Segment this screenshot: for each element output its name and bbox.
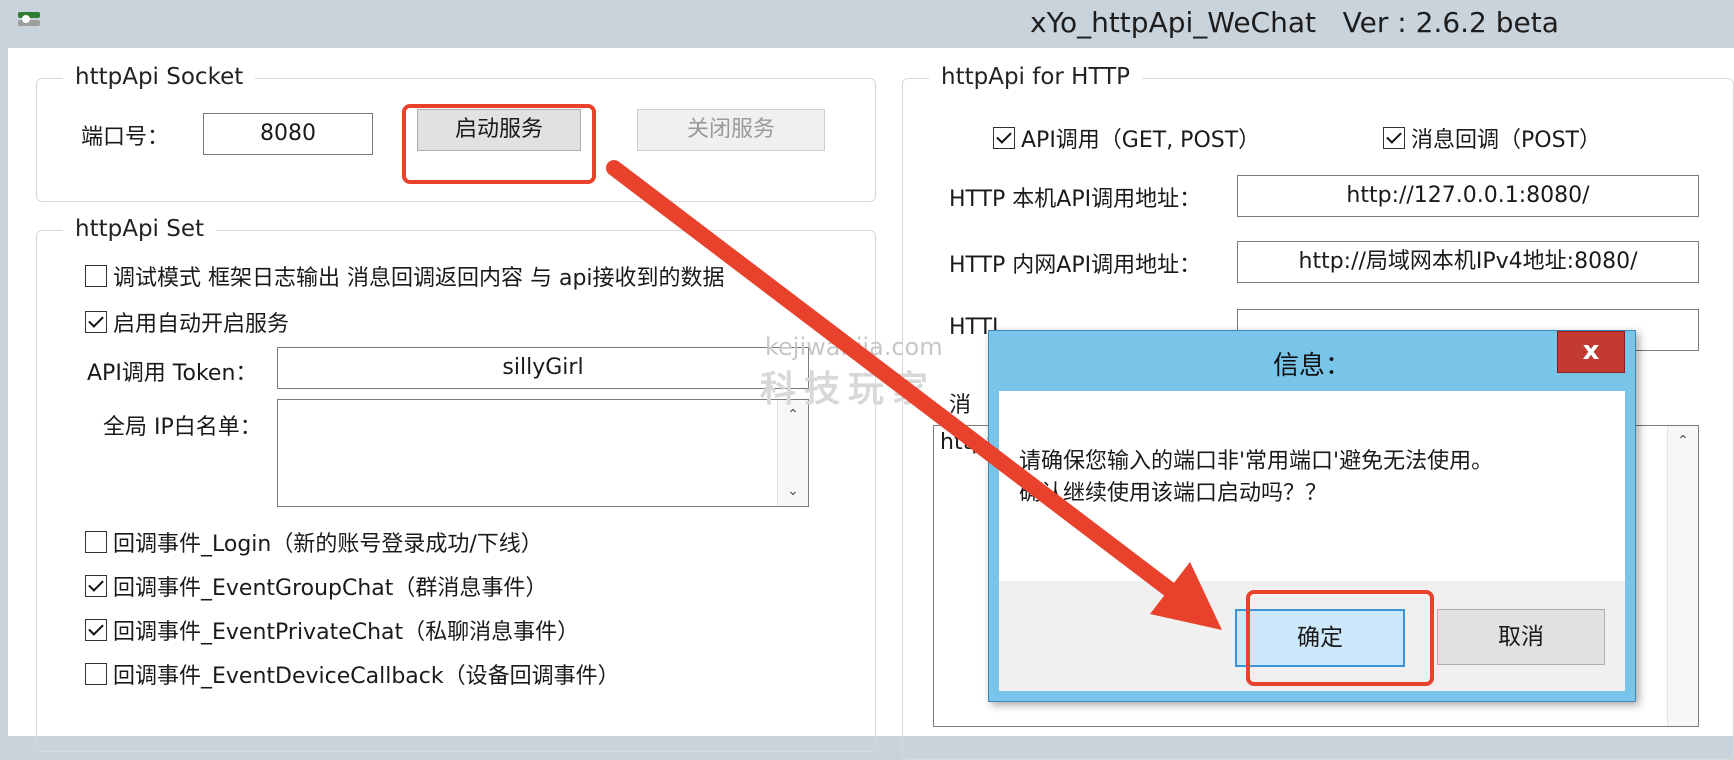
callback-login-checkbox[interactable]: 回调事件_Login（新的账号登录成功/下线） <box>85 527 543 557</box>
debug-mode-checkbox[interactable]: 调试模式 框架日志输出 消息回调返回内容 与 api接收到的数据 <box>85 261 725 291</box>
watermark-text: 科技玩家 <box>760 369 937 410</box>
whitelist-label: 全局 IP白名单： <box>103 415 262 440</box>
msg-callback-box[interactable] <box>1383 127 1405 149</box>
callback-login-box[interactable] <box>85 531 107 553</box>
socket-group-legend: httpApi Socket <box>63 64 256 90</box>
auto-start-label: 启用自动开启服务 <box>113 312 290 337</box>
callback-addr-label: 消 <box>949 393 972 418</box>
api-call-checkbox[interactable]: API调用（GET, POST） <box>993 123 1260 153</box>
api-call-label: API调用（GET, POST） <box>1021 128 1261 153</box>
dialog-message-line2: 确认继续使用该端口启动吗？？ <box>1019 481 1328 506</box>
stop-service-button[interactable]: 关闭服务 <box>637 109 825 151</box>
callback-scrollbar[interactable]: ⌃ <box>1667 426 1698 726</box>
callback-groupchat-checkbox[interactable]: 回调事件_EventGroupChat（群消息事件） <box>85 571 547 601</box>
lan-addr-input[interactable]: http://局域网本机IPv4地址:8080/ <box>1237 241 1699 283</box>
callback-privatechat-checkbox[interactable]: 回调事件_EventPrivateChat（私聊消息事件） <box>85 615 579 645</box>
http-group-legend: httpApi for HTTP <box>929 64 1143 90</box>
msg-callback-checkbox[interactable]: 消息回调（POST） <box>1383 123 1601 153</box>
confirm-dialog: 信息： x 请确保您输入的端口非'常用端口'避免无法使用。 确认继续使用该端口启… <box>988 330 1636 702</box>
scroll-up-icon[interactable]: ⌃ <box>1668 426 1698 456</box>
msg-callback-label: 消息回调（POST） <box>1411 128 1601 153</box>
set-group: httpApi Set 调试模式 框架日志输出 消息回调返回内容 与 api接收… <box>36 216 876 752</box>
debug-mode-box[interactable] <box>85 265 107 287</box>
start-service-button[interactable]: 启动服务 <box>417 109 581 151</box>
callback-privatechat-label: 回调事件_EventPrivateChat（私聊消息事件） <box>113 620 580 645</box>
cancel-button[interactable]: 取消 <box>1437 609 1605 665</box>
dialog-message-line1: 请确保您输入的端口非'常用端口'避免无法使用。 <box>1019 449 1494 474</box>
callback-groupchat-box[interactable] <box>85 575 107 597</box>
debug-mode-label: 调试模式 框架日志输出 消息回调返回内容 与 api接收到的数据 <box>113 266 725 291</box>
callback-device-box[interactable] <box>85 663 107 685</box>
whitelist-textarea[interactable]: ⌃ ⌄ <box>277 399 809 507</box>
callback-device-label: 回调事件_EventDeviceCallback（设备回调事件） <box>113 664 620 689</box>
title-bar: xYo_httpApi_WeChat Ver : 2.6.2 beta <box>0 0 1734 48</box>
dialog-footer: 确定 取消 <box>999 581 1625 691</box>
socket-group: httpApi Socket 端口号： 8080 启动服务 关闭服务 <box>36 64 876 202</box>
port-label: 端口号： <box>81 125 170 150</box>
local-addr-label: HTTP 本机API调用地址： <box>949 187 1202 212</box>
set-group-legend: httpApi Set <box>63 216 217 242</box>
port-input[interactable]: 8080 <box>203 113 373 155</box>
callback-privatechat-box[interactable] <box>85 619 107 641</box>
whitelist-scrollbar[interactable]: ⌃ ⌄ <box>777 400 808 506</box>
lan-addr-label: HTTP 内网API调用地址： <box>949 253 1202 278</box>
local-addr-input[interactable]: http://127.0.0.1:8080/ <box>1237 175 1699 217</box>
auto-start-box[interactable] <box>85 311 107 333</box>
watermark-url: kejiwanjia.com <box>765 333 943 361</box>
scroll-down-icon[interactable]: ⌄ <box>778 476 808 506</box>
callback-device-checkbox[interactable]: 回调事件_EventDeviceCallback（设备回调事件） <box>85 659 620 689</box>
dialog-body: 请确保您输入的端口非'常用端口'避免无法使用。 确认继续使用该端口启动吗？？ 确… <box>999 391 1625 691</box>
auto-start-checkbox[interactable]: 启用自动开启服务 <box>85 307 289 337</box>
callback-textarea-value: http: <box>940 430 993 455</box>
app-icon <box>18 12 40 30</box>
dialog-title: 信息： <box>1272 351 1351 381</box>
api-call-box[interactable] <box>993 127 1015 149</box>
token-input[interactable]: sillyGirl <box>277 347 809 389</box>
token-label: API调用 Token： <box>87 361 258 386</box>
window-title: xYo_httpApi_WeChat Ver : 2.6.2 beta <box>1030 6 1559 39</box>
callback-groupchat-label: 回调事件_EventGroupChat（群消息事件） <box>113 576 548 601</box>
close-icon[interactable]: x <box>1557 331 1625 373</box>
callback-login-label: 回调事件_Login（新的账号登录成功/下线） <box>113 532 543 557</box>
ok-button[interactable]: 确定 <box>1235 609 1405 667</box>
